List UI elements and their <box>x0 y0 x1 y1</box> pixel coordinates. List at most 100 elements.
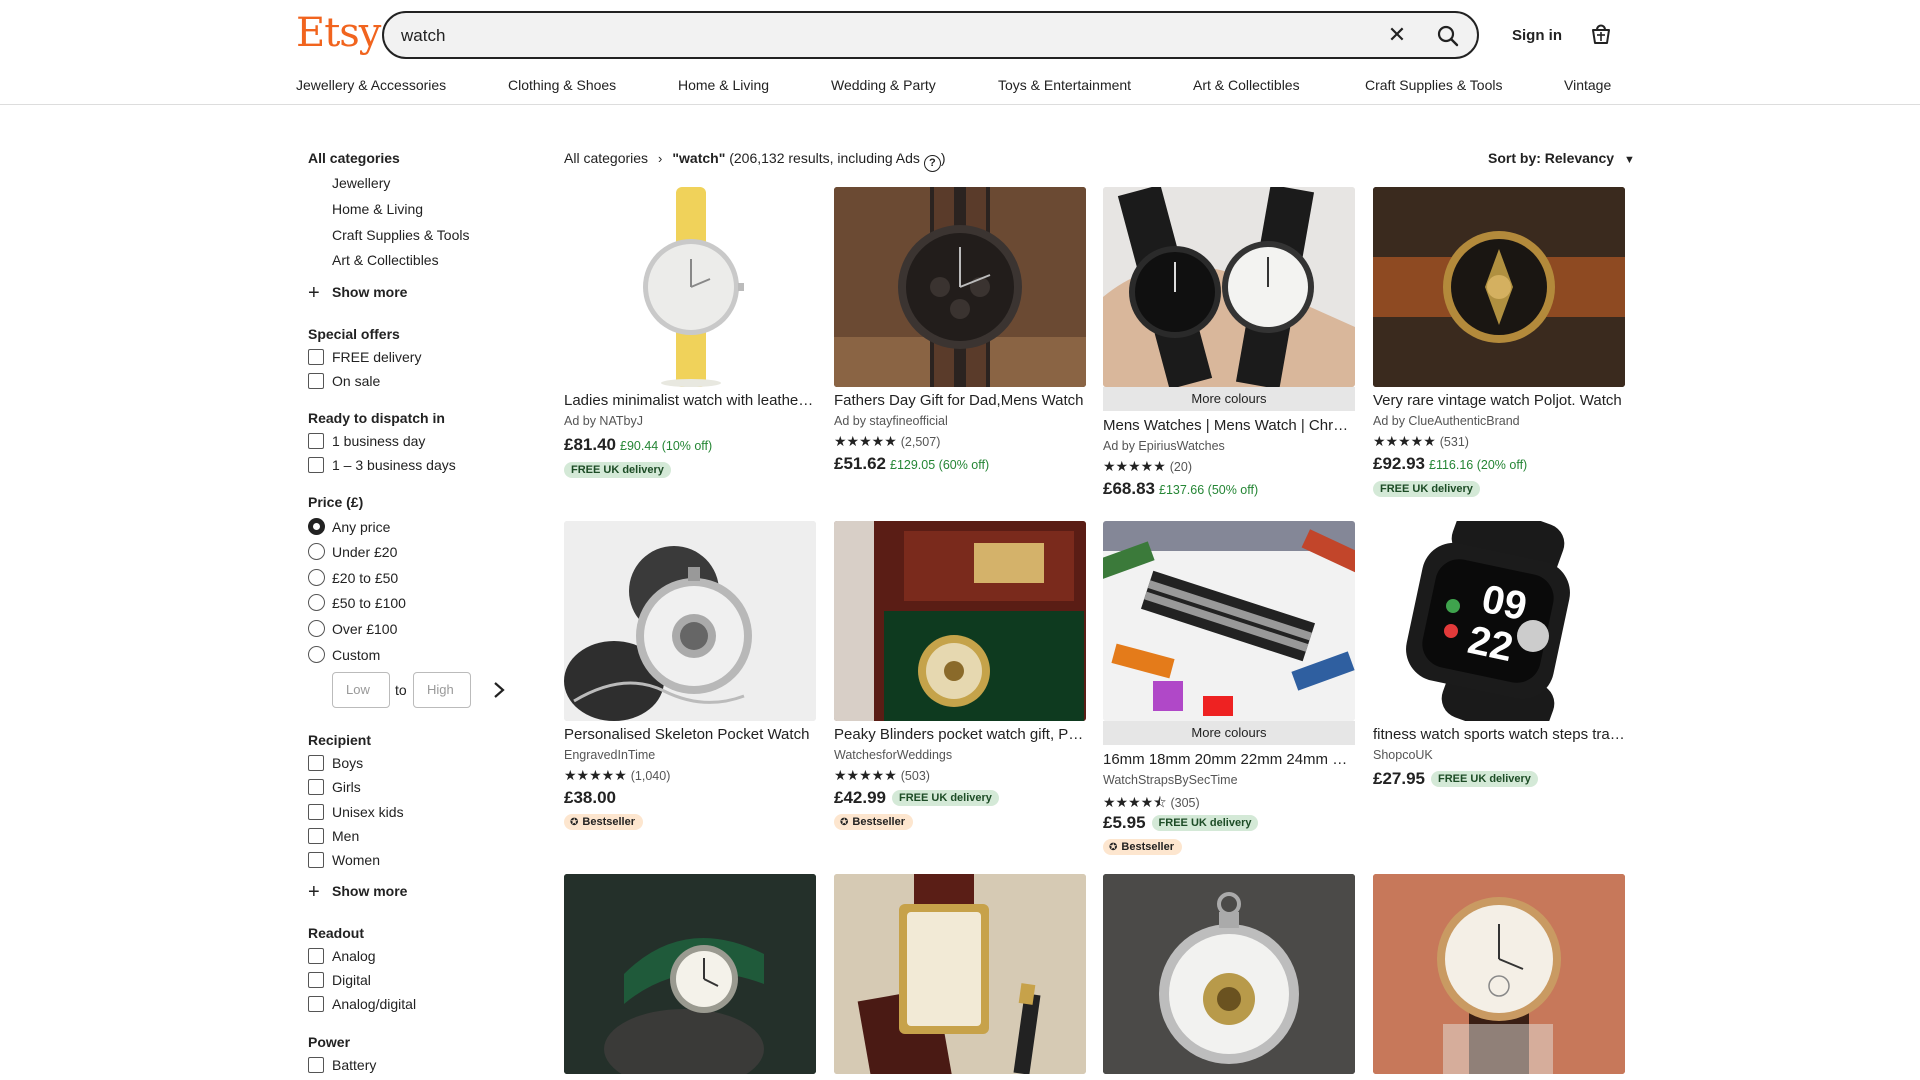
listing-shop[interactable]: Ad by ClueAuthenticBrand <box>1373 414 1520 428</box>
label-any-price[interactable]: Any price <box>332 519 390 535</box>
checkbox-analog-digital[interactable] <box>308 996 324 1012</box>
listing-title[interactable]: Fathers Day Gift for Dad,Mens Watch <box>834 392 1086 409</box>
sort-dropdown[interactable]: Sort by: Relevancy ▼ <box>1488 150 1635 166</box>
radio-custom[interactable] <box>308 646 325 663</box>
search-bar[interactable]: watch ✕ <box>382 11 1479 59</box>
help-icon[interactable]: ? <box>923 155 941 172</box>
nav-wedding[interactable]: Wedding & Party <box>831 77 936 93</box>
show-more-recipient[interactable]: + Show more <box>308 882 407 902</box>
listing-title[interactable]: Ladies minimalist watch with leather str… <box>564 392 816 409</box>
listing-shop[interactable]: ShopcoUK <box>1373 748 1433 762</box>
label-50-100[interactable]: £50 to £100 <box>332 595 406 611</box>
label-analog[interactable]: Analog <box>332 948 376 964</box>
listing-shop[interactable]: EngravedInTime <box>564 748 655 762</box>
label-women[interactable]: Women <box>332 852 380 868</box>
search-input[interactable]: watch <box>401 26 445 46</box>
listing-image[interactable] <box>564 874 816 1074</box>
listing-shop[interactable]: Ad by NATbyJ <box>564 414 643 428</box>
listing-card[interactable]: More colours Mens Watches | Mens Watch |… <box>1103 187 1355 507</box>
radio-over-100[interactable] <box>308 620 325 637</box>
radio-under-20[interactable] <box>308 543 325 560</box>
listing-card[interactable] <box>1103 874 1355 1074</box>
checkbox-1-day[interactable] <box>308 433 324 449</box>
nav-jewellery[interactable]: Jewellery & Accessories <box>296 77 446 93</box>
breadcrumb-all-categories[interactable]: All categories <box>564 150 648 166</box>
nav-toys[interactable]: Toys & Entertainment <box>998 77 1131 93</box>
cart-icon[interactable] <box>1587 20 1615 48</box>
price-low-input[interactable]: Low <box>332 672 390 708</box>
listing-shop[interactable]: WatchStrapsBySecTime <box>1103 773 1238 787</box>
checkbox-boys[interactable] <box>308 755 324 771</box>
listing-card[interactable]: Peaky Blinders pocket watch gift, Person… <box>834 521 1086 831</box>
listing-image[interactable] <box>834 521 1086 721</box>
checkbox-battery[interactable] <box>308 1057 324 1073</box>
listing-card[interactable]: Very rare vintage watch Poljot. Watch Ad… <box>1373 187 1625 507</box>
label-on-sale[interactable]: On sale <box>332 373 380 389</box>
category-craft[interactable]: Craft Supplies & Tools <box>332 227 469 243</box>
listing-image[interactable] <box>564 187 816 387</box>
nav-clothing[interactable]: Clothing & Shoes <box>508 77 616 93</box>
checkbox-women[interactable] <box>308 852 324 868</box>
nav-craft[interactable]: Craft Supplies & Tools <box>1365 77 1502 93</box>
listing-card[interactable]: Personalised Skeleton Pocket Watch Engra… <box>564 521 816 831</box>
category-art[interactable]: Art & Collectibles <box>332 252 439 268</box>
show-more-categories[interactable]: + Show more <box>308 283 407 303</box>
listing-image[interactable] <box>834 874 1086 1074</box>
sign-in-link[interactable]: Sign in <box>1512 27 1562 44</box>
checkbox-on-sale[interactable] <box>308 373 324 389</box>
nav-home-living[interactable]: Home & Living <box>678 77 769 93</box>
listing-card[interactable] <box>1373 874 1625 1074</box>
checkbox-free-delivery[interactable] <box>308 349 324 365</box>
price-high-input[interactable]: High <box>413 672 471 708</box>
listing-shop[interactable]: Ad by EpiriusWatches <box>1103 439 1225 453</box>
checkbox-analog[interactable] <box>308 948 324 964</box>
checkbox-digital[interactable] <box>308 972 324 988</box>
listing-image[interactable] <box>1103 521 1355 721</box>
listing-image[interactable] <box>1373 187 1625 387</box>
label-unisex-kids[interactable]: Unisex kids <box>332 804 404 820</box>
listing-card[interactable] <box>564 874 816 1074</box>
label-1-3-days[interactable]: 1 – 3 business days <box>332 457 456 473</box>
radio-20-50[interactable] <box>308 569 325 586</box>
listing-image[interactable]: 09 22 <box>1373 521 1625 721</box>
listing-title[interactable]: Very rare vintage watch Poljot. Watch <box>1373 392 1625 409</box>
listing-card[interactable]: 09 22 fitness watch sports watch steps tr… <box>1373 521 1625 821</box>
etsy-logo[interactable]: Etsy <box>296 10 381 56</box>
listing-title[interactable]: Peaky Blinders pocket watch gift, Person… <box>834 726 1086 743</box>
listing-image[interactable] <box>834 187 1086 387</box>
listing-shop[interactable]: WatchesforWeddings <box>834 748 952 762</box>
checkbox-girls[interactable] <box>308 779 324 795</box>
all-categories-link[interactable]: All categories <box>308 150 400 166</box>
label-battery[interactable]: Battery <box>332 1057 376 1073</box>
category-jewellery[interactable]: Jewellery <box>332 175 390 191</box>
label-girls[interactable]: Girls <box>332 779 361 795</box>
label-free-delivery[interactable]: FREE delivery <box>332 349 421 365</box>
label-digital[interactable]: Digital <box>332 972 371 988</box>
listing-card[interactable]: Ladies minimalist watch with leather str… <box>564 187 816 487</box>
listing-image[interactable] <box>1103 187 1355 387</box>
listing-card[interactable]: Fathers Day Gift for Dad,Mens Watch Ad b… <box>834 187 1086 487</box>
label-over-100[interactable]: Over £100 <box>332 621 397 637</box>
listing-card[interactable]: More colours 16mm 18mm 20mm 22mm 24mm NA… <box>1103 521 1355 855</box>
search-button[interactable] <box>1424 17 1472 55</box>
chevron-right-icon[interactable] <box>492 681 506 699</box>
nav-vintage[interactable]: Vintage <box>1564 77 1611 93</box>
label-custom[interactable]: Custom <box>332 647 380 663</box>
label-men[interactable]: Men <box>332 828 359 844</box>
listing-title[interactable]: fitness watch sports watch steps tracker <box>1373 726 1625 743</box>
radio-any-price[interactable] <box>308 518 325 535</box>
checkbox-unisex-kids[interactable] <box>308 804 324 820</box>
checkbox-1-3-days[interactable] <box>308 457 324 473</box>
close-icon[interactable]: ✕ <box>1384 22 1410 48</box>
label-under-20[interactable]: Under £20 <box>332 544 397 560</box>
listing-image[interactable] <box>1373 874 1625 1074</box>
nav-art[interactable]: Art & Collectibles <box>1193 77 1300 93</box>
listing-title[interactable]: Mens Watches | Mens Watch | Chronograph <box>1103 417 1355 434</box>
label-boys[interactable]: Boys <box>332 755 363 771</box>
listing-shop[interactable]: Ad by stayfineofficial <box>834 414 948 428</box>
radio-50-100[interactable] <box>308 594 325 611</box>
listing-title[interactable]: Personalised Skeleton Pocket Watch <box>564 726 816 743</box>
category-home-living[interactable]: Home & Living <box>332 201 423 217</box>
label-1-day[interactable]: 1 business day <box>332 433 425 449</box>
listing-image[interactable] <box>564 521 816 721</box>
